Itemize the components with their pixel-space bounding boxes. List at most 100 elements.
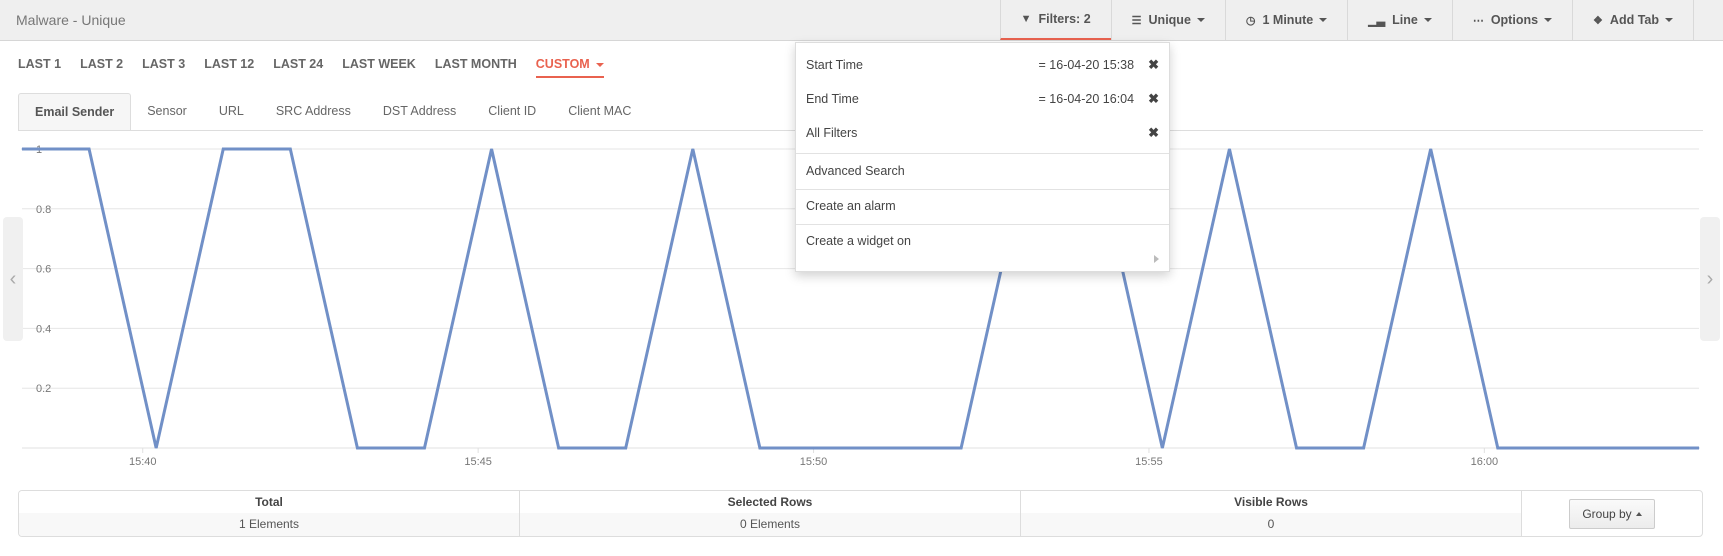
tab-sensor[interactable]: Sensor xyxy=(131,93,203,130)
tab-src-address[interactable]: SRC Address xyxy=(260,93,367,130)
toolbar: ▼ Filters: 2 ☰ Unique ◷ 1 Minute ▁▃ Line… xyxy=(999,0,1723,40)
y-tick-label: 0.6 xyxy=(36,264,51,276)
period-last-1[interactable]: LAST 1 xyxy=(18,57,61,78)
options-label: Options xyxy=(1490,13,1539,27)
data-point xyxy=(1631,447,1633,449)
period-last-12[interactable]: LAST 12 xyxy=(204,57,254,78)
filters-label: Filters: 2 xyxy=(1038,12,1091,26)
summary-visible: Visible Rows 0 xyxy=(1021,491,1522,536)
caret-down-icon xyxy=(1196,18,1205,22)
start-time-label: Start Time xyxy=(806,58,863,72)
previous-arrow-button[interactable]: ‹ xyxy=(3,217,23,341)
unique-label: Unique xyxy=(1148,13,1191,27)
data-point xyxy=(222,148,224,150)
end-time-value: = 16-04-20 16:04 xyxy=(1038,92,1135,106)
caret-down-icon xyxy=(1665,18,1673,22)
chevron-left-icon: ‹ xyxy=(9,267,17,290)
selected-rows-header: Selected Rows xyxy=(520,491,1020,513)
period-custom[interactable]: CUSTOM xyxy=(535,57,604,78)
grid-icon: ⋯ xyxy=(1472,14,1484,27)
filter-icon: ▼ xyxy=(1020,13,1032,25)
caret-down-icon xyxy=(1423,18,1432,22)
period-last-month[interactable]: LAST MONTH xyxy=(435,57,517,78)
data-point xyxy=(826,447,828,449)
period-last-week[interactable]: LAST WEEK xyxy=(342,57,416,78)
data-point xyxy=(1161,447,1163,449)
data-point xyxy=(759,447,761,449)
filters-button[interactable]: ▼ Filters: 2 xyxy=(999,0,1111,40)
options-dropdown-button[interactable]: ⋯ Options xyxy=(1451,0,1572,40)
data-point xyxy=(423,447,425,449)
data-point xyxy=(960,447,962,449)
period-last-24[interactable]: LAST 24 xyxy=(273,57,323,78)
create-widget-label: Create a widget on xyxy=(806,234,911,248)
data-point xyxy=(155,447,157,449)
start-time-value: = 16-04-20 15:38 xyxy=(1038,58,1135,72)
add-tab-label: Add Tab xyxy=(1609,13,1659,27)
data-point xyxy=(692,148,694,150)
interval-dropdown-button[interactable]: ◷ 1 Minute xyxy=(1224,0,1347,40)
end-time-label: End Time xyxy=(806,92,859,106)
data-point xyxy=(356,447,358,449)
visible-rows-value: 0 xyxy=(1021,513,1521,536)
next-arrow-button[interactable]: › xyxy=(1700,217,1720,341)
data-point xyxy=(289,148,291,150)
create-widget-item[interactable]: Create a widget on xyxy=(796,229,1169,253)
data-point xyxy=(1228,148,1230,150)
data-point xyxy=(491,148,493,150)
summary-table: Total 1 Elements Selected Rows 0 Element… xyxy=(18,490,1703,537)
selected-rows-value: 0 Elements xyxy=(520,513,1020,536)
chevron-right-icon: › xyxy=(1706,267,1714,290)
advanced-search-item[interactable]: Advanced Search xyxy=(796,159,1169,183)
add-tab-dropdown-button[interactable]: ❖ Add Tab xyxy=(1572,0,1694,40)
group-by-label: Group by xyxy=(1582,506,1632,521)
all-filters-label: All Filters xyxy=(806,126,858,140)
unique-dropdown-button[interactable]: ☰ Unique xyxy=(1110,0,1225,40)
filters-dropdown-menu: Start Time = 16-04-20 15:38 ✖ End Time =… xyxy=(795,42,1170,272)
top-bar: Malware - Unique ▼ Filters: 2 ☰ Unique ◷… xyxy=(0,0,1723,41)
chart-type-dropdown-button[interactable]: ▁▃ Line xyxy=(1347,0,1452,40)
caret-down-icon xyxy=(1319,18,1328,22)
data-point xyxy=(1430,148,1432,150)
start-time-filter[interactable]: Start Time = 16-04-20 15:38 ✖ xyxy=(796,53,1169,77)
remove-end-time-icon[interactable]: ✖ xyxy=(1148,91,1159,107)
end-time-filter[interactable]: End Time = 16-04-20 16:04 ✖ xyxy=(796,87,1169,111)
caret-down-icon xyxy=(595,62,604,67)
tab-client-mac[interactable]: Client MAC xyxy=(552,93,647,130)
group-by-cell: Group by xyxy=(1522,491,1702,536)
caret-up-icon xyxy=(1635,512,1642,517)
period-last-3[interactable]: LAST 3 xyxy=(142,57,185,78)
tab-dst-address[interactable]: DST Address xyxy=(367,93,472,130)
x-tick-label: 15:50 xyxy=(800,456,828,468)
all-filters-item[interactable]: All Filters ✖ xyxy=(796,121,1169,145)
y-tick-label: 0.2 xyxy=(36,383,51,395)
data-point xyxy=(1698,447,1700,449)
group-by-button[interactable]: Group by xyxy=(1569,498,1655,529)
submenu-arrow-icon xyxy=(1154,255,1159,263)
total-header: Total xyxy=(19,491,519,513)
x-tick-label: 16:00 xyxy=(1471,456,1499,468)
data-point xyxy=(1363,447,1365,449)
remove-all-filters-icon[interactable]: ✖ xyxy=(1148,125,1159,141)
tab-email-sender[interactable]: Email Sender xyxy=(18,93,132,130)
remove-start-time-icon[interactable]: ✖ xyxy=(1148,57,1159,73)
tags-icon: ❖ xyxy=(1593,14,1603,27)
list-icon: ☰ xyxy=(1131,14,1142,27)
summary-total: Total 1 Elements xyxy=(19,491,520,536)
x-tick-label: 15:45 xyxy=(464,456,492,468)
create-alarm-item[interactable]: Create an alarm xyxy=(796,194,1169,218)
x-tick-label: 15:40 xyxy=(129,456,157,468)
tab-url[interactable]: URL xyxy=(203,93,260,130)
period-last-2[interactable]: LAST 2 xyxy=(80,57,123,78)
bar-chart-icon: ▁▃ xyxy=(1368,14,1386,27)
y-tick-label: 0.4 xyxy=(36,323,51,335)
data-point xyxy=(558,447,560,449)
chart-type-label: Line xyxy=(1392,13,1418,27)
data-point xyxy=(1296,447,1298,449)
menu-divider xyxy=(796,189,1169,190)
tab-client-id[interactable]: Client ID xyxy=(472,93,552,130)
summary-selected: Selected Rows 0 Elements xyxy=(520,491,1021,536)
menu-divider xyxy=(796,153,1169,154)
period-custom-label: CUSTOM xyxy=(535,57,590,71)
clock-icon: ◷ xyxy=(1245,14,1256,27)
